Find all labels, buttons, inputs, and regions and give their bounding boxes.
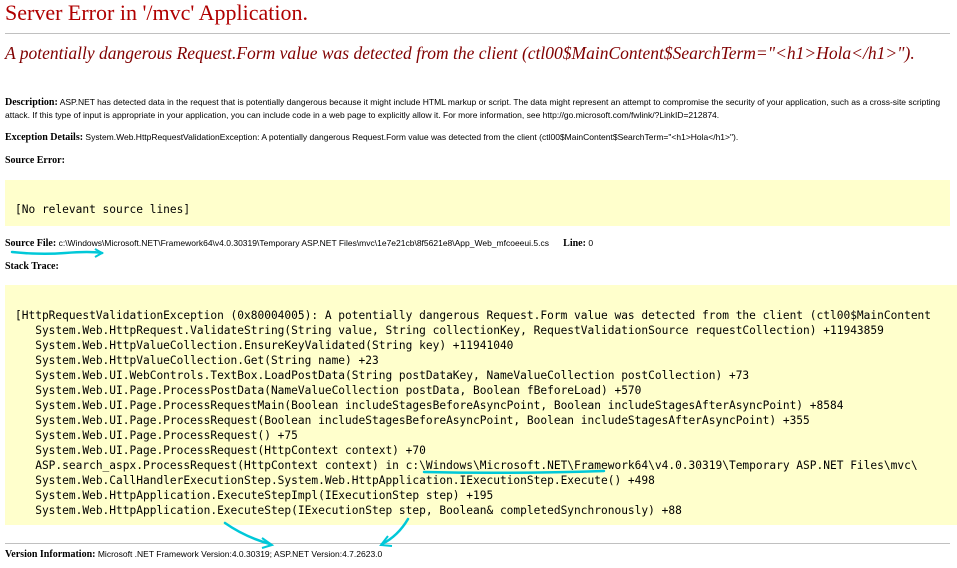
arrowhead-annotation-source-file [94, 248, 105, 258]
source-error-label: Source Error: [5, 155, 65, 166]
stack-trace-line: System.Web.CallHandlerExecutionStep.Syst… [15, 474, 655, 487]
arrow-annotation-framework-version [223, 521, 272, 546]
version-section: Version Information: Microsoft .NET Fram… [5, 548, 950, 561]
description-section: Description: ASP.NET has detected data i… [5, 96, 950, 121]
stack-trace-line: System.Web.HttpApplication.ExecuteStep(I… [15, 504, 682, 517]
stack-trace-line: System.Web.UI.Page.ProcessRequest() +75 [15, 429, 298, 442]
source-error-text: [No relevant source lines] [15, 203, 191, 216]
stack-trace-line: System.Web.HttpValueCollection.EnsureKey… [15, 339, 514, 352]
arrowhead-annotation-aspnet-version [379, 535, 393, 547]
page-title: Server Error in '/mvc' Application. [5, 0, 309, 25]
error-message: A potentially dangerous Request.Form val… [5, 43, 915, 63]
exception-details-section: Exception Details: System.Web.HttpReques… [5, 131, 950, 144]
source-error-box: [No relevant source lines] [5, 180, 950, 226]
source-file-path: c:\Windows\Microsoft.NET\Framework64\v4.… [58, 238, 549, 248]
stack-trace-lines: [HttpRequestValidationException (0x80004… [15, 308, 931, 518]
stack-trace-line: System.Web.HttpValueCollection.Get(Strin… [15, 354, 379, 367]
title-divider [5, 33, 950, 34]
version-divider [5, 543, 950, 544]
description-label: Description: [5, 97, 58, 108]
version-text: Microsoft .NET Framework Version:4.0.303… [97, 549, 383, 559]
stack-trace-line: System.Web.HttpRequest.ValidateString(St… [15, 324, 884, 337]
stack-trace-line: System.Web.UI.Page.ProcessRequest(HttpCo… [15, 444, 426, 457]
description-text: ASP.NET has detected data in the request… [5, 97, 941, 120]
exception-details-text: System.Web.HttpRequestValidationExceptio… [85, 132, 739, 142]
stack-trace-box: [HttpRequestValidationException (0x80004… [5, 285, 957, 525]
source-file-label: Source File: [5, 238, 57, 249]
stack-trace-line: System.Web.HttpApplication.ExecuteStepIm… [15, 489, 494, 502]
stack-trace-line: ASP.search_aspx.ProcessRequest(HttpConte… [15, 459, 918, 472]
source-file-section: Source File: c:\Windows\Microsoft.NET\Fr… [5, 237, 950, 250]
stack-trace-line: System.Web.UI.Page.ProcessPostData(NameV… [15, 384, 642, 397]
underline-annotation-source-file [10, 250, 104, 256]
stack-trace-line: [HttpRequestValidationException (0x80004… [15, 309, 932, 322]
stack-trace-line: System.Web.UI.WebControls.TextBox.LoadPo… [15, 369, 750, 382]
stack-trace-line: System.Web.UI.Page.ProcessRequest(Boolea… [15, 414, 810, 427]
stack-trace-line: System.Web.UI.Page.ProcessRequestMain(Bo… [15, 399, 844, 412]
stack-trace-label: Stack Trace: [5, 261, 59, 272]
exception-details-label: Exception Details: [5, 132, 84, 143]
version-label: Version Information: [5, 549, 96, 560]
source-line-value: 0 [588, 238, 594, 248]
source-line-label: Line: [563, 238, 586, 249]
